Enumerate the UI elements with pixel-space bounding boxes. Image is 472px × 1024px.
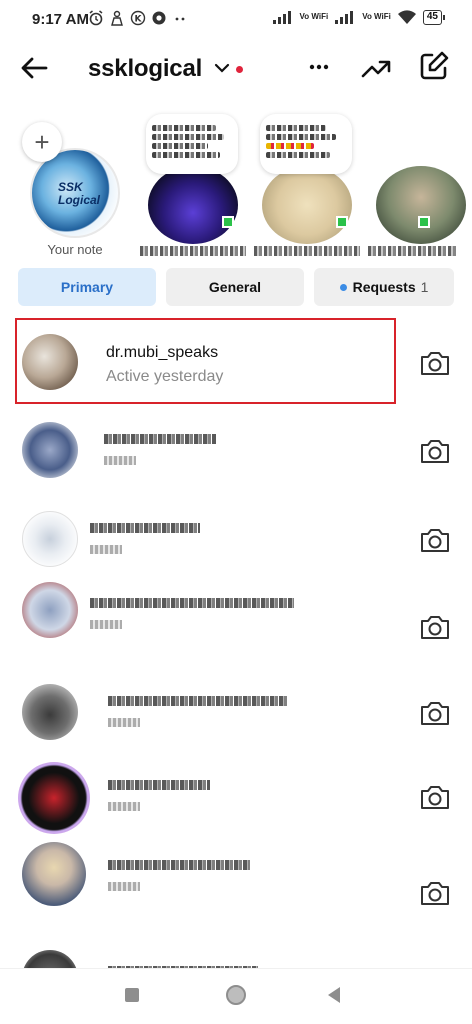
- thread-status: [108, 882, 140, 891]
- note-username: [368, 246, 458, 256]
- trending-icon[interactable]: [360, 52, 392, 84]
- camera-icon[interactable]: [418, 348, 452, 378]
- tab-primary-label: Primary: [60, 279, 114, 295]
- thread-row[interactable]: [0, 410, 472, 488]
- note-username: [254, 246, 360, 256]
- edit-icon[interactable]: [418, 50, 450, 82]
- thread-status: [108, 718, 140, 727]
- highlight-box: [15, 318, 396, 404]
- avatar: [22, 684, 78, 740]
- notes-row: + SSK Logical Your note: [0, 108, 472, 260]
- battery-indicator: 45: [422, 9, 446, 25]
- svg-text:K: K: [135, 15, 143, 25]
- camera-icon[interactable]: [418, 436, 452, 466]
- status-bar: 9:17 AM K Vo WiFi Vo WiFi 45: [0, 0, 472, 40]
- note-self[interactable]: + SSK Logical Your note: [22, 108, 128, 260]
- thread-status: [90, 545, 122, 554]
- notification-dot: [236, 66, 243, 73]
- camera-icon[interactable]: [418, 698, 452, 728]
- avatar: [18, 762, 90, 834]
- signal-icon-2: [335, 11, 354, 24]
- online-indicator: [418, 216, 430, 228]
- app-header: ssklogical: [0, 46, 472, 94]
- note-bubble: [146, 114, 238, 174]
- requests-count: 1: [420, 279, 429, 295]
- thread-row[interactable]: [0, 756, 472, 834]
- recents-icon[interactable]: [125, 988, 139, 1002]
- avatar: [22, 511, 78, 567]
- online-indicator: [336, 216, 348, 228]
- vowifi-label-2: Vo WiFi: [362, 12, 391, 21]
- thread-row[interactable]: [0, 574, 472, 652]
- chevron-down-icon[interactable]: [212, 58, 232, 78]
- system-nav-bar: [0, 968, 472, 1024]
- back-arrow-icon[interactable]: [18, 52, 50, 84]
- note-item[interactable]: [254, 108, 360, 260]
- inbox-tabs: Primary General Requests 1: [18, 268, 454, 308]
- thread-username: [108, 780, 210, 790]
- camera-icon[interactable]: [418, 878, 452, 908]
- thread-username: [108, 860, 250, 870]
- wifi-icon: [397, 10, 416, 24]
- note-avatar: [262, 166, 352, 244]
- thread-status: [108, 802, 140, 811]
- note-item[interactable]: [368, 108, 472, 260]
- thread-row[interactable]: [0, 836, 472, 914]
- thread-username: [104, 434, 216, 444]
- home-icon[interactable]: [226, 985, 246, 1005]
- camera-icon[interactable]: [418, 782, 452, 812]
- thread-username: [90, 598, 294, 608]
- vowifi-label: Vo WiFi: [299, 12, 329, 21]
- thread-status: [90, 620, 122, 629]
- requests-dot: [339, 283, 347, 291]
- thread-username: [108, 696, 288, 706]
- note-username: [140, 246, 246, 256]
- online-indicator: [222, 216, 234, 228]
- tab-general[interactable]: General: [166, 268, 304, 306]
- tab-requests-label: Requests: [352, 279, 416, 295]
- tab-primary[interactable]: Primary: [18, 268, 156, 306]
- camera-icon[interactable]: [418, 612, 452, 642]
- tab-requests[interactable]: Requests 1: [314, 268, 454, 306]
- person-icon: [111, 10, 123, 26]
- more-icon[interactable]: [304, 52, 334, 82]
- note-bubble: [260, 114, 352, 174]
- status-icons-left: K: [88, 10, 188, 26]
- status-icons-right: Vo WiFi Vo WiFi 45: [272, 9, 446, 25]
- note-item[interactable]: [140, 108, 246, 260]
- camera-icon[interactable]: [418, 525, 452, 555]
- thread-row[interactable]: [0, 672, 472, 750]
- signal-icon: [272, 11, 291, 24]
- alarm-icon: [89, 10, 103, 26]
- note-label: Your note: [47, 242, 103, 257]
- thread-status: [104, 456, 136, 465]
- thread-row[interactable]: [0, 499, 472, 577]
- avatar: [22, 582, 78, 638]
- note-avatar: [148, 166, 238, 244]
- avatar: [22, 422, 78, 478]
- logo-text: SSK Logical: [58, 180, 101, 207]
- note-avatar: [376, 166, 466, 244]
- status-time: 9:17 AM: [32, 11, 89, 28]
- tab-general-label: General: [208, 279, 262, 295]
- chrome-icon: [152, 11, 166, 25]
- more-notifications-icon: [175, 17, 185, 21]
- add-note-icon[interactable]: +: [22, 122, 62, 162]
- account-name[interactable]: ssklogical: [88, 55, 202, 83]
- thread-username: [90, 523, 200, 533]
- k-badge-icon: K: [130, 10, 146, 26]
- avatar: [22, 842, 86, 906]
- back-icon[interactable]: [328, 987, 340, 1003]
